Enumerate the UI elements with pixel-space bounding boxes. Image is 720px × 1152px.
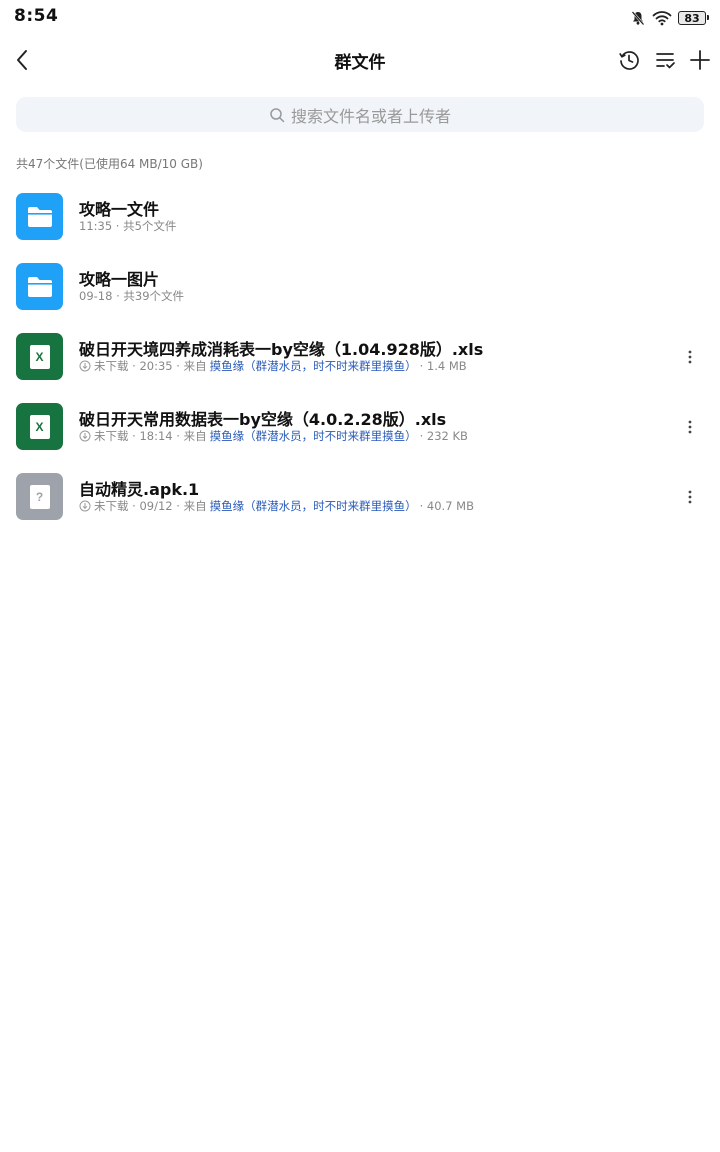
status-icons: 83 (630, 8, 709, 28)
upload-time: 09/12 (139, 499, 173, 513)
from-label: 来自 (183, 429, 207, 443)
search-input[interactable]: 搜索文件名或者上传者 (16, 97, 704, 132)
unknown-file-icon: ? (16, 473, 63, 520)
meta-separator: · (419, 429, 427, 443)
file-meta: 11:35 · 共5个文件 (79, 218, 176, 234)
folder-meta: 09-18 · 共39个文件 (79, 289, 185, 303)
file-size: 232 KB (426, 429, 468, 443)
file-size: 40.7 MB (426, 499, 474, 513)
file-name: 破日开天常用数据表一by空缘（4.0.2.28版）.xls (79, 410, 447, 429)
uploader-link[interactable]: 摸鱼缘（群潜水员，时不时来群里摸鱼） (210, 498, 417, 514)
battery-level: 83 (684, 11, 700, 25)
file-name: 破日开天境四养成消耗表一by空缘（1.04.928版）.xls (79, 340, 484, 359)
file-meta: 09-18 · 共39个文件 (79, 288, 184, 304)
excel-badge: X (29, 414, 50, 439)
status-bar: 8:54 83 (0, 0, 720, 36)
download-status-icon (79, 430, 91, 442)
file-meta: 未下载 · 18:14 · 来自 摸鱼缘（群潜水员，时不时来群里摸鱼） · 23… (79, 428, 468, 444)
history-button[interactable] (616, 47, 642, 73)
file-row[interactable]: X 破日开天常用数据表一by空缘（4.0.2.28版）.xls 未下载 · 18… (0, 392, 720, 462)
more-options-button[interactable] (680, 414, 700, 440)
download-status-icon (79, 500, 91, 512)
file-name: 自动精灵.apk.1 (79, 480, 200, 499)
search-icon (270, 107, 285, 122)
history-icon (619, 51, 639, 70)
more-options-button[interactable] (680, 484, 700, 510)
meta-separator: · (419, 359, 427, 373)
sort-button[interactable] (652, 47, 678, 73)
file-row[interactable]: X 破日开天境四养成消耗表一by空缘（1.04.928版）.xls 未下载 · … (0, 322, 720, 392)
folder-meta: 11:35 · 共5个文件 (79, 219, 177, 233)
upload-time: 18:14 (139, 429, 173, 443)
add-button[interactable] (687, 47, 713, 73)
page-title: 群文件 (334, 53, 386, 73)
file-row[interactable]: ? 自动精灵.apk.1 未下载 · 09/12 · 来自 摸鱼缘（群潜水员，时… (0, 462, 720, 532)
wifi-icon (652, 10, 672, 26)
download-status: 未下载 (94, 359, 129, 373)
folder-icon (16, 193, 63, 240)
uploader-link[interactable]: 摸鱼缘（群潜水员，时不时来群里摸鱼） (210, 358, 417, 374)
more-vertical-icon (688, 490, 692, 504)
sort-icon (656, 53, 675, 69)
meta-separator: · (172, 359, 184, 373)
from-label: 来自 (183, 499, 207, 513)
more-options-button[interactable] (680, 344, 700, 370)
bell-muted-icon (630, 10, 646, 26)
meta-separator: · (128, 359, 140, 373)
battery-icon: 83 (678, 11, 709, 25)
unknown-badge: ? (29, 484, 50, 509)
download-status-icon (79, 360, 91, 372)
excel-file-icon: X (16, 333, 63, 380)
excel-file-icon: X (16, 403, 63, 450)
plus-icon (690, 50, 710, 70)
meta-separator: · (419, 499, 427, 513)
excel-badge: X (29, 344, 50, 369)
download-status: 未下载 (94, 429, 129, 443)
file-list: 攻略一文件 11:35 · 共5个文件 攻略一图片 09-18 · 共39个文件… (0, 182, 720, 532)
meta-separator: · (172, 499, 184, 513)
file-name: 攻略一文件 (79, 200, 160, 219)
search-placeholder: 搜索文件名或者上传者 (290, 106, 451, 126)
folder-row[interactable]: 攻略一图片 09-18 · 共39个文件 (0, 252, 720, 322)
upload-time: 20:35 (139, 359, 173, 373)
download-status: 未下载 (94, 499, 129, 513)
more-vertical-icon (688, 350, 692, 364)
file-summary: 共47个文件(已使用64 MB/10 GB) (16, 157, 203, 171)
from-label: 来自 (183, 359, 207, 373)
status-time: 8:54 (14, 6, 59, 26)
header: 群文件 (0, 38, 720, 82)
uploader-link[interactable]: 摸鱼缘（群潜水员，时不时来群里摸鱼） (210, 428, 417, 444)
file-size: 1.4 MB (426, 359, 467, 373)
more-vertical-icon (688, 420, 692, 434)
folder-row[interactable]: 攻略一文件 11:35 · 共5个文件 (0, 182, 720, 252)
meta-separator: · (128, 429, 140, 443)
folder-icon (16, 263, 63, 310)
meta-separator: · (128, 499, 140, 513)
meta-separator: · (172, 429, 184, 443)
file-meta: 未下载 · 09/12 · 来自 摸鱼缘（群潜水员，时不时来群里摸鱼） · 40… (79, 498, 474, 514)
file-meta: 未下载 · 20:35 · 来自 摸鱼缘（群潜水员，时不时来群里摸鱼） · 1.… (79, 358, 467, 374)
file-name: 攻略一图片 (79, 270, 160, 289)
